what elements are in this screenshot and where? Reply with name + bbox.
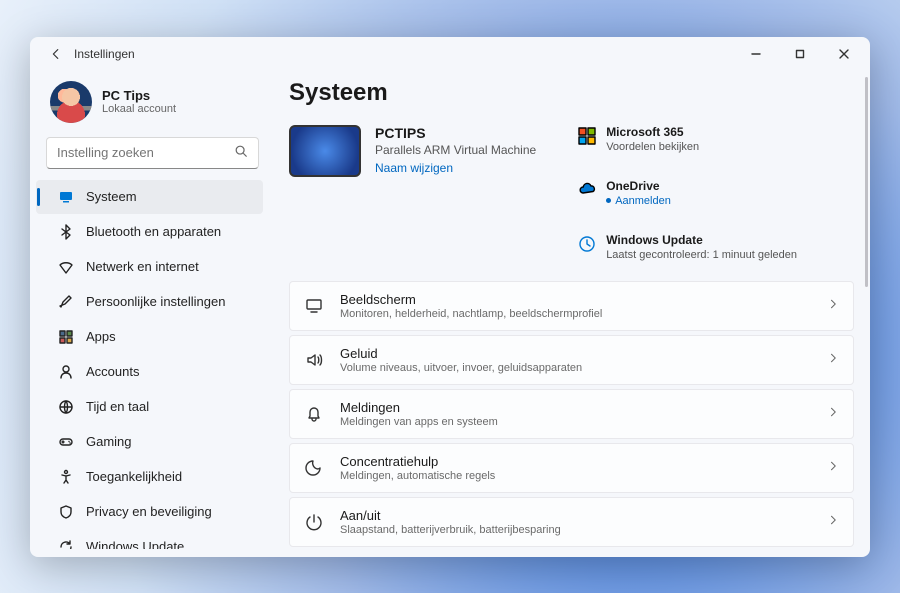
nav-item-label: Netwerk en internet — [86, 259, 199, 274]
setting-sub: Monitoren, helderheid, nachtlamp, beelds… — [340, 308, 811, 320]
chevron-right-icon — [827, 459, 839, 477]
search-input[interactable] — [57, 145, 234, 160]
setting-row-notifications[interactable]: Meldingen Meldingen van apps en systeem — [289, 389, 854, 439]
nav-item-label: Windows Update — [86, 539, 184, 549]
tile-sub: Laatst gecontroleerd: 1 minuut geleden — [606, 249, 797, 261]
search-box[interactable] — [46, 137, 259, 169]
display-icon — [304, 296, 324, 316]
scrollbar[interactable] — [865, 77, 868, 287]
setting-row-display[interactable]: Beeldscherm Monitoren, helderheid, nacht… — [289, 281, 854, 331]
settings-window: Instellingen PC Tips Lokaal account Syst… — [30, 37, 870, 557]
minimize-button[interactable] — [734, 39, 778, 69]
setting-title: Geluid — [340, 346, 811, 361]
brush-icon — [58, 294, 74, 310]
nav-item-label: Persoonlijke instellingen — [86, 294, 225, 309]
titlebar: Instellingen — [30, 37, 870, 71]
nav-item-privacy[interactable]: Privacy en beveiliging — [36, 495, 263, 529]
nav: Systeem Bluetooth en apparaten Netwerk en … — [30, 179, 275, 549]
nav-item-time[interactable]: Tijd en taal — [36, 390, 263, 424]
device-model: Parallels ARM Virtual Machine — [375, 143, 536, 157]
chevron-right-icon — [827, 405, 839, 423]
bluetooth-icon — [58, 224, 74, 240]
gamepad-icon — [58, 434, 74, 450]
rename-link[interactable]: Naam wijzigen — [375, 161, 536, 175]
setting-title: Concentratiehulp — [340, 454, 811, 469]
update-icon — [58, 539, 74, 549]
maximize-button[interactable] — [778, 39, 822, 69]
nav-item-label: Gaming — [86, 434, 132, 449]
setting-row-focus[interactable]: Concentratiehulp Meldingen, automatische… — [289, 443, 854, 493]
nav-item-network[interactable]: Netwerk en internet — [36, 250, 263, 284]
nav-item-apps[interactable]: Apps — [36, 320, 263, 354]
search-icon — [234, 144, 248, 161]
nav-item-bluetooth[interactable]: Bluetooth en apparaten — [36, 215, 263, 249]
tile-label: Windows Update — [606, 233, 797, 247]
avatar — [50, 81, 92, 123]
setting-sub: Meldingen, automatische regels — [340, 470, 811, 482]
setting-sub: Meldingen van apps en systeem — [340, 416, 811, 428]
microsoft-icon — [578, 127, 596, 145]
system-info-row: PCTIPS Parallels ARM Virtual Machine Naa… — [289, 125, 860, 261]
device-name: PCTIPS — [375, 125, 536, 141]
setting-sub: Slaapstand, batterijverbruik, batterijbe… — [340, 524, 811, 536]
nav-item-label: Privacy en beveiliging — [86, 504, 212, 519]
back-button[interactable] — [42, 40, 70, 68]
power-icon — [304, 512, 324, 532]
nav-item-label: Bluetooth en apparaten — [86, 224, 221, 239]
device-card: PCTIPS Parallels ARM Virtual Machine Naa… — [289, 125, 536, 177]
bell-icon — [304, 404, 324, 424]
nav-item-personalization[interactable]: Persoonlijke instellingen — [36, 285, 263, 319]
tile-sub[interactable]: Aanmelden — [606, 195, 671, 207]
chevron-right-icon — [827, 513, 839, 531]
setting-row-power[interactable]: Aan/uit Slaapstand, batterijverbruik, ba… — [289, 497, 854, 547]
chevron-right-icon — [827, 351, 839, 369]
page-title: Systeem — [289, 79, 860, 107]
tile-windows-update[interactable]: Windows Update Laatst gecontroleerd: 1 m… — [578, 233, 797, 261]
setting-title: Meldingen — [340, 400, 811, 415]
apps-icon — [58, 329, 74, 345]
tile-onedrive[interactable]: OneDrive Aanmelden — [578, 179, 728, 207]
settings-list: Beeldscherm Monitoren, helderheid, nacht… — [289, 281, 854, 547]
tile-label: OneDrive — [606, 179, 671, 193]
user-card[interactable]: PC Tips Lokaal account — [30, 77, 275, 137]
chevron-right-icon — [827, 297, 839, 315]
nav-item-accessibility[interactable]: Toegankelijkheid — [36, 460, 263, 494]
onedrive-icon — [578, 181, 596, 199]
system-icon — [58, 189, 74, 205]
globe-icon — [58, 399, 74, 415]
tile-microsoft365[interactable]: Microsoft 365 Voordelen bekijken — [578, 125, 728, 153]
main-panel: Systeem PCTIPS Parallels ARM Virtual Mac… — [275, 71, 870, 557]
nav-item-system[interactable]: Systeem — [36, 180, 263, 214]
nav-item-label: Apps — [86, 329, 116, 344]
setting-title: Aan/uit — [340, 508, 811, 523]
tile-sub: Voordelen bekijken — [606, 141, 699, 153]
nav-item-label: Accounts — [86, 364, 139, 379]
tile-label: Microsoft 365 — [606, 125, 699, 139]
window-title: Instellingen — [74, 47, 135, 61]
shield-icon — [58, 504, 74, 520]
sidebar: PC Tips Lokaal account Systeem Bluetooth … — [30, 71, 275, 557]
setting-sub: Volume niveaus, uitvoer, invoer, geluids… — [340, 362, 811, 374]
setting-row-sound[interactable]: Geluid Volume niveaus, uitvoer, invoer, … — [289, 335, 854, 385]
user-name: PC Tips — [102, 88, 176, 104]
close-button[interactable] — [822, 39, 866, 69]
setting-title: Beeldscherm — [340, 292, 811, 307]
nav-item-label: Toegankelijkheid — [86, 469, 182, 484]
wifi-icon — [58, 259, 74, 275]
nav-item-update[interactable]: Windows Update — [36, 530, 263, 549]
moon-icon — [304, 458, 324, 478]
sound-icon — [304, 350, 324, 370]
user-subtitle: Lokaal account — [102, 103, 176, 115]
update-icon — [578, 235, 596, 253]
nav-item-label: Tijd en taal — [86, 399, 149, 414]
nav-item-label: Systeem — [86, 189, 137, 204]
device-thumbnail — [289, 125, 361, 177]
accessibility-icon — [58, 469, 74, 485]
person-icon — [58, 364, 74, 380]
nav-item-gaming[interactable]: Gaming — [36, 425, 263, 459]
nav-item-accounts[interactable]: Accounts — [36, 355, 263, 389]
